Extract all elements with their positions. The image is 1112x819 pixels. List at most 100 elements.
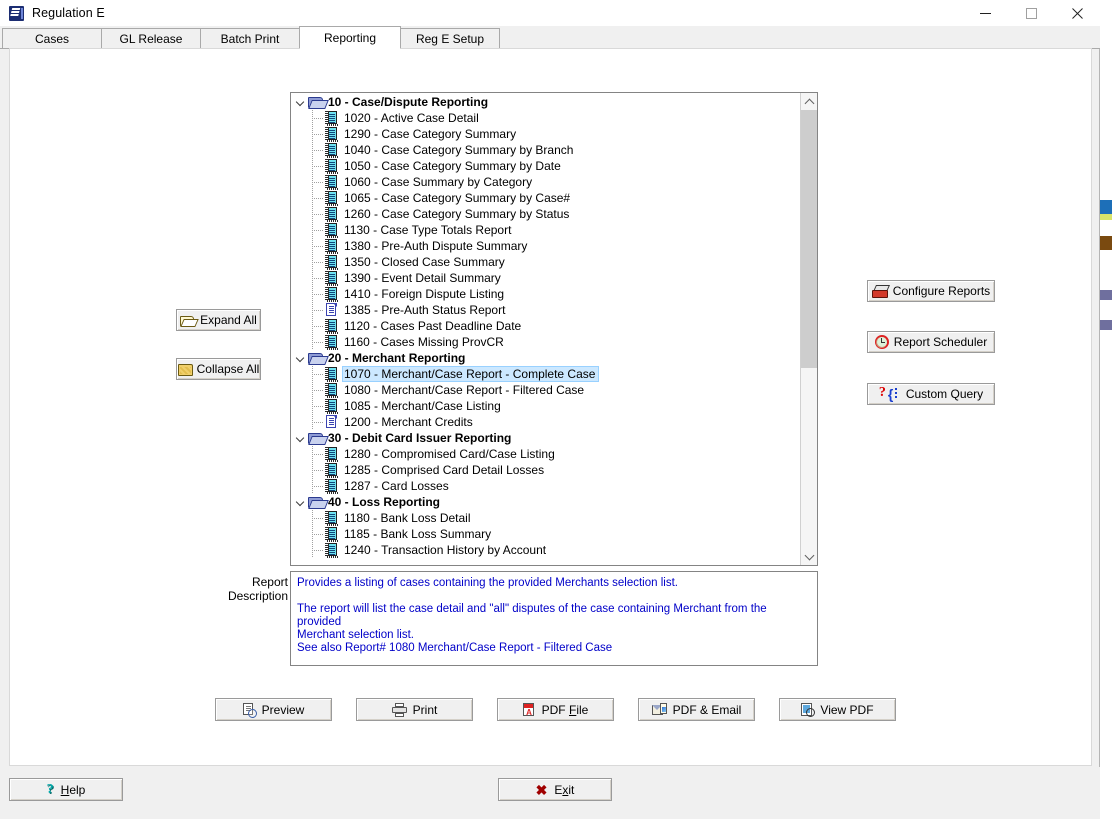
report-icon <box>325 367 338 382</box>
background-window-sliver <box>1100 0 1112 819</box>
report-icon <box>325 479 338 494</box>
tree-row-label: 1065 - Case Category Summary by Case# <box>344 191 571 205</box>
tree-report-row[interactable]: 1280 - Compromised Card/Case Listing <box>292 446 801 462</box>
chevron-down-icon[interactable] <box>296 433 306 443</box>
tree-connector-tick <box>312 214 324 215</box>
chevron-down-icon[interactable] <box>296 97 306 107</box>
tree-report-row[interactable]: 1065 - Case Category Summary by Case# <box>292 190 801 206</box>
tree-report-row[interactable]: 1085 - Merchant/Case Listing <box>292 398 801 414</box>
tree-report-row[interactable]: 1390 - Event Detail Summary <box>292 270 801 286</box>
tab-reg-e-setup[interactable]: Reg E Setup <box>400 28 500 48</box>
tree-row-label: 1200 - Merchant Credits <box>344 415 473 429</box>
tree-report-row[interactable]: 1185 - Bank Loss Summary <box>292 526 801 542</box>
tree-group-row[interactable]: 40 - Loss Reporting <box>292 494 801 510</box>
tab-reporting[interactable]: Reporting <box>299 26 401 49</box>
tree-report-row[interactable]: 1287 - Card Losses <box>292 478 801 494</box>
tree-connector-tick <box>312 310 324 311</box>
tree-row-label: 1120 - Cases Past Deadline Date <box>344 319 522 333</box>
tree-connector-tick <box>312 470 324 471</box>
report-icon <box>325 111 338 126</box>
scroll-down-arrow-icon[interactable] <box>801 548 817 565</box>
maximize-icon[interactable] <box>1008 0 1054 26</box>
tree-report-row[interactable]: 1285 - Comprised Card Detail Losses <box>292 462 801 478</box>
tree-connector-tick <box>312 182 324 183</box>
window-controls <box>962 0 1100 26</box>
tree-row-label: 1070 - Merchant/Case Report - Complete C… <box>344 367 596 381</box>
tree-report-row[interactable]: 1385 - Pre-Auth Status Report <box>292 302 801 318</box>
exit-button[interactable]: ✖ Exit <box>498 778 612 801</box>
tree-report-row[interactable]: 1410 - Foreign Dispute Listing <box>292 286 801 302</box>
pdf-email-label: PDF & Email <box>672 702 742 717</box>
custom-query-button[interactable]: ?{ Custom Query <box>867 383 995 405</box>
report-icon <box>325 463 338 478</box>
tree-report-row[interactable]: 1380 - Pre-Auth Dispute Summary <box>292 238 801 254</box>
tree-connector-tick <box>312 550 324 551</box>
help-accel: H <box>60 782 70 797</box>
tree-report-row[interactable]: 1020 - Active Case Detail <box>292 110 801 126</box>
page-icon <box>326 415 338 429</box>
scroll-up-arrow-icon[interactable] <box>801 93 817 110</box>
tree-report-row[interactable]: 1260 - Case Category Summary by Status <box>292 206 801 222</box>
preview-button[interactable]: Preview <box>215 698 332 721</box>
tree-row-label: 20 - Merchant Reporting <box>328 351 466 365</box>
tree-report-row[interactable]: 1070 - Merchant/Case Report - Complete C… <box>292 366 801 382</box>
chevron-down-icon[interactable] <box>296 497 306 507</box>
tree-report-row[interactable]: 1180 - Bank Loss Detail <box>292 510 801 526</box>
tree-group-row[interactable]: 30 - Debit Card Issuer Reporting <box>292 430 801 446</box>
tab-cases[interactable]: Cases <box>2 28 102 48</box>
report-icon <box>325 223 338 238</box>
scrollbar-thumb[interactable] <box>801 110 817 368</box>
report-description-label: Report Description <box>210 575 288 603</box>
query-icon: ?{ <box>879 386 901 401</box>
report-icon <box>325 239 338 254</box>
description-line-2: The report will list the case detail and… <box>297 603 767 628</box>
minimize-icon[interactable] <box>962 0 1008 26</box>
report-icon <box>325 511 338 526</box>
tree-row-label: 1260 - Case Category Summary by Status <box>344 207 570 221</box>
pdf-email-button[interactable]: PDF & Email <box>638 698 755 721</box>
configure-reports-button[interactable]: Configure Reports <box>867 280 995 302</box>
regulation-e-app-icon <box>9 5 24 21</box>
report-tree-scrollbar[interactable] <box>800 93 817 565</box>
tree-report-row[interactable]: 1050 - Case Category Summary by Date <box>292 158 801 174</box>
custom-query-label: Custom Query <box>905 387 984 401</box>
tree-report-row[interactable]: 1120 - Cases Past Deadline Date <box>292 318 801 334</box>
tree-report-row[interactable]: 1040 - Case Category Summary by Branch <box>292 142 801 158</box>
print-button[interactable]: Print <box>356 698 473 721</box>
tree-group-row[interactable]: 10 - Case/Dispute Reporting <box>292 94 801 110</box>
tree-report-row[interactable]: 1080 - Merchant/Case Report - Filtered C… <box>292 382 801 398</box>
tree-report-row[interactable]: 1130 - Case Type Totals Report <box>292 222 801 238</box>
chevron-down-icon[interactable] <box>296 353 306 363</box>
question-mark-icon: ? <box>46 781 54 797</box>
tree-report-row[interactable]: 1160 - Cases Missing ProvCR <box>292 334 801 350</box>
tab-gl-release[interactable]: GL Release <box>101 28 201 48</box>
expand-all-button[interactable]: Expand All <box>176 309 261 331</box>
tab-label: Reg E Setup <box>415 31 485 46</box>
close-icon[interactable] <box>1054 0 1100 26</box>
description-line-3: Merchant selection list. <box>297 629 414 641</box>
tree-connector-tick <box>312 230 324 231</box>
report-scheduler-label: Report Scheduler <box>893 335 988 349</box>
tree-row-label: 1390 - Event Detail Summary <box>344 271 501 285</box>
tree-report-row[interactable]: 1240 - Transaction History by Account <box>292 542 801 558</box>
tab-batch-print[interactable]: Batch Print <box>200 28 300 48</box>
report-scheduler-button[interactable]: Report Scheduler <box>867 331 995 353</box>
pdf-file-button[interactable]: A PDF File <box>497 698 614 721</box>
pdf-file-label: PDF File <box>541 702 589 717</box>
report-tree[interactable]: 10 - Case/Dispute Reporting 1020 - Active… <box>290 92 818 566</box>
pdf-file-accel: F <box>568 702 577 717</box>
help-button[interactable]: ? Help <box>9 778 123 801</box>
tree-row-label: 1385 - Pre-Auth Status Report <box>344 303 506 317</box>
tree-report-row[interactable]: 1060 - Case Summary by Category <box>292 174 801 190</box>
tree-group-row[interactable]: 20 - Merchant Reporting <box>292 350 801 366</box>
tree-connector-tick <box>312 342 324 343</box>
tree-report-row[interactable]: 1200 - Merchant Credits <box>292 414 801 430</box>
tree-connector-tick <box>312 198 324 199</box>
tree-report-row[interactable]: 1290 - Case Category Summary <box>292 126 801 142</box>
tree-report-row[interactable]: 1350 - Closed Case Summary <box>292 254 801 270</box>
collapse-all-button[interactable]: Collapse All <box>176 358 261 380</box>
preview-label: Preview <box>261 702 305 717</box>
tree-connector-tick <box>312 166 324 167</box>
view-pdf-button[interactable]: View PDF <box>779 698 896 721</box>
report-icon <box>325 527 338 542</box>
